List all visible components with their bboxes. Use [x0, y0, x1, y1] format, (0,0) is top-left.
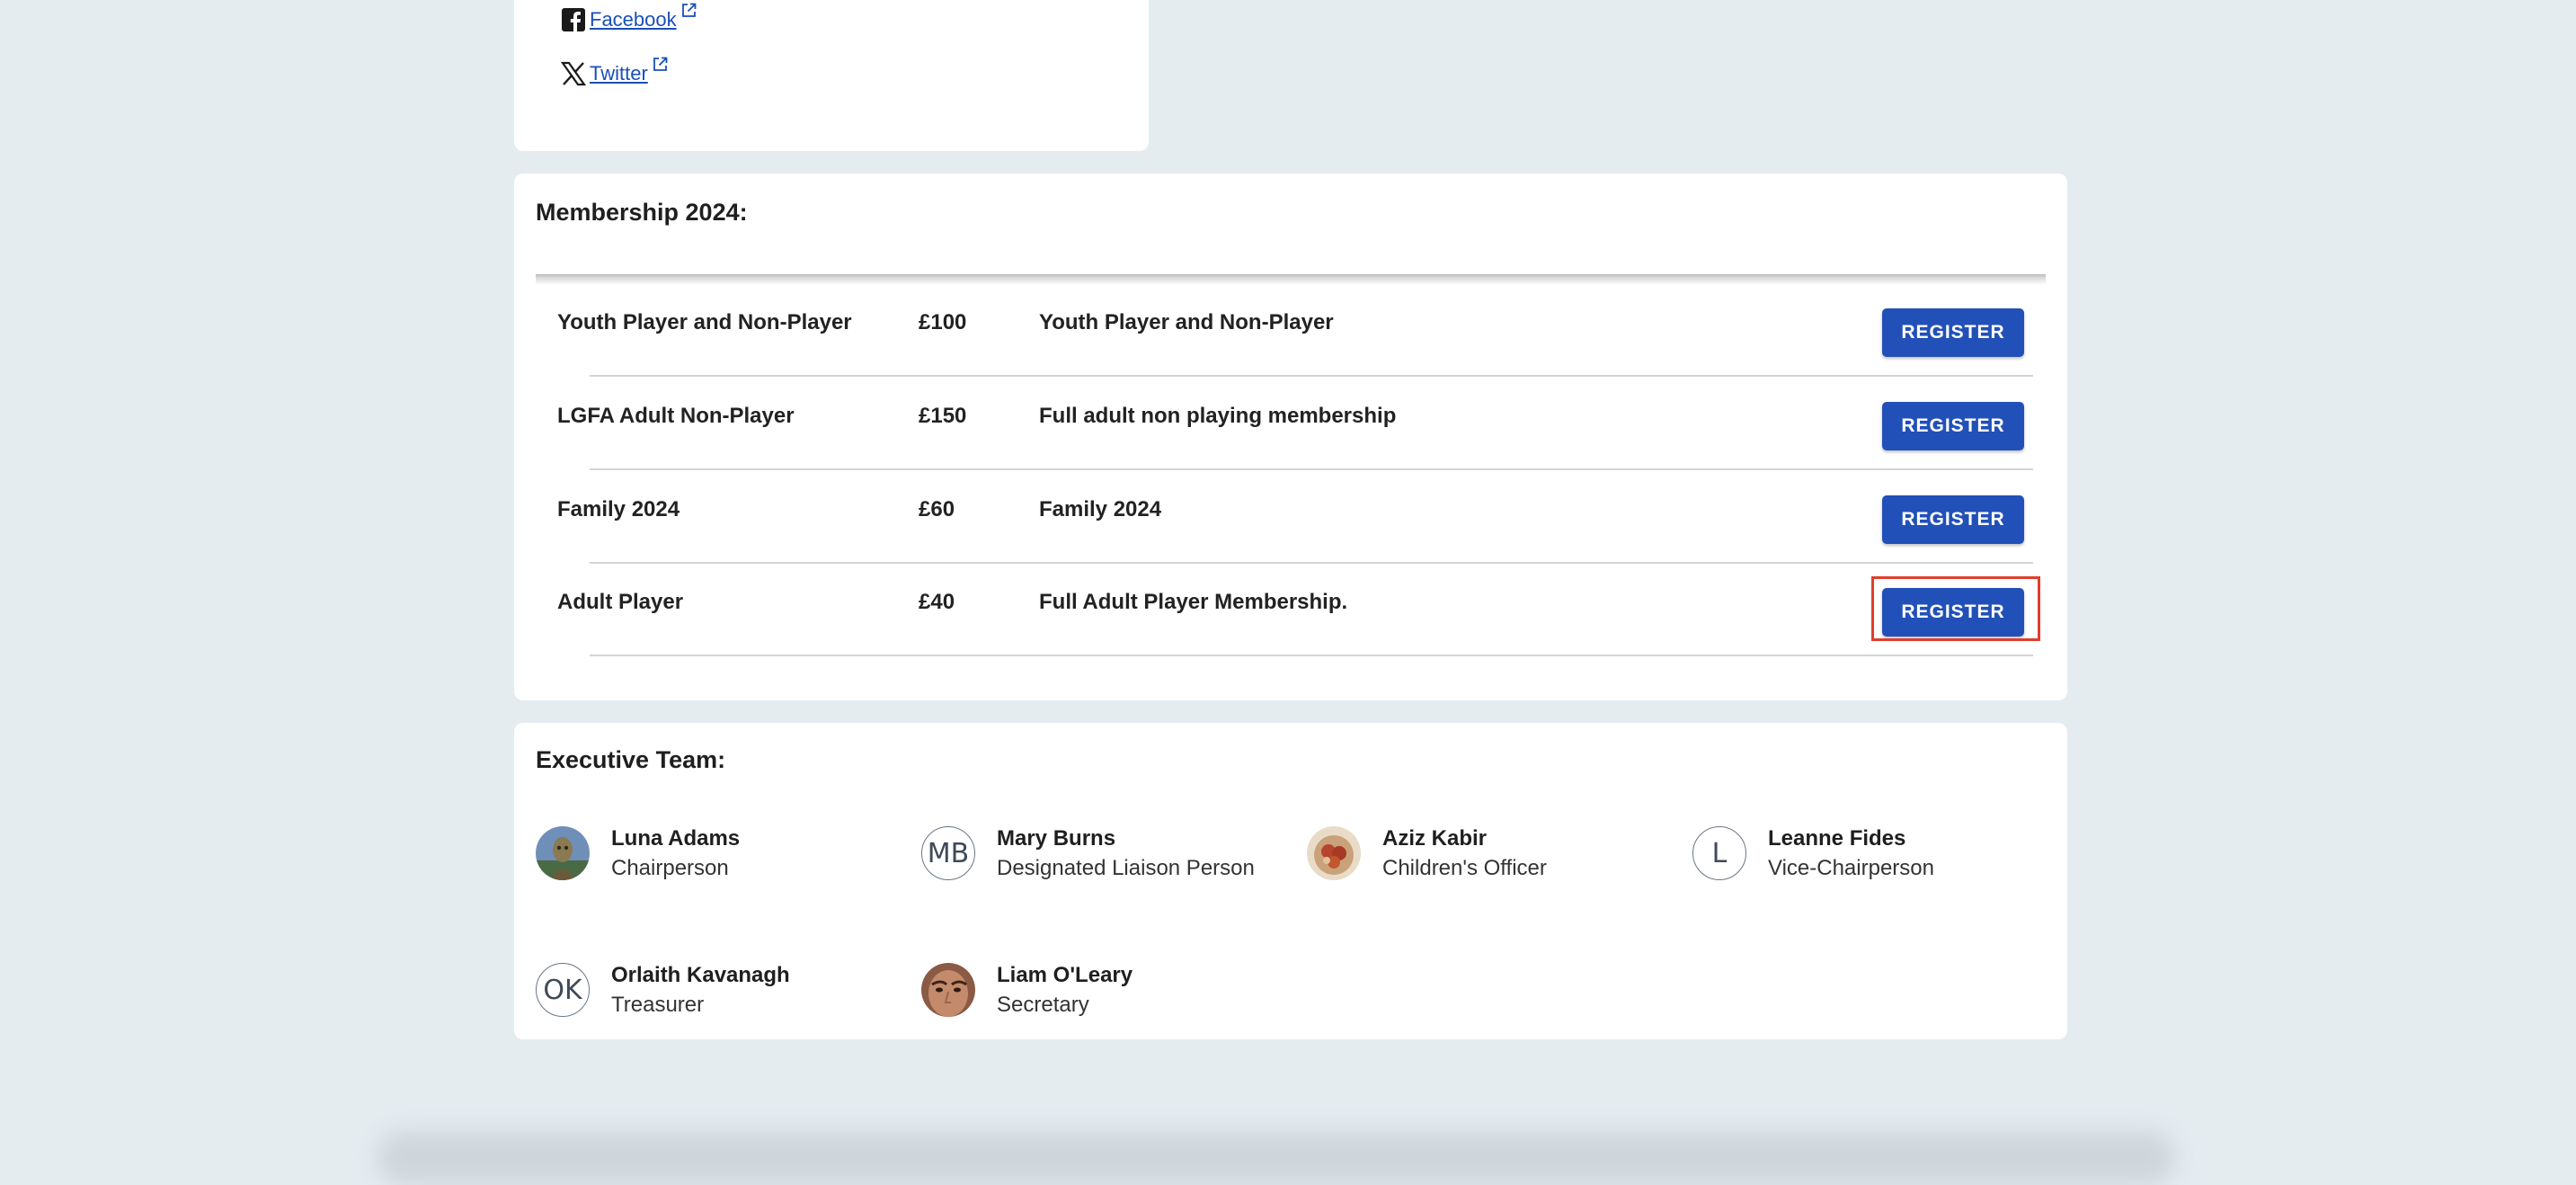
member-name: Leanne Fides [1768, 826, 1906, 851]
facebook-link[interactable]: Facebook [590, 8, 677, 31]
twitter-link-row: Twitter [559, 57, 668, 88]
external-link-icon [681, 3, 697, 22]
membership-description: Youth Player and Non-Player [1039, 310, 1334, 334]
membership-price: £40 [919, 590, 955, 614]
membership-row: Adult Player £40 Full Adult Player Membe… [536, 563, 2046, 656]
executive-team-card: Executive Team: Luna Adams Chairperson M… [514, 723, 2067, 1039]
external-link-icon [653, 57, 668, 76]
facebook-icon [559, 5, 588, 34]
member-name: Mary Burns [997, 826, 1116, 851]
membership-description: Full adult non playing membership [1039, 404, 1397, 428]
row-divider [590, 655, 2033, 656]
member-role: Treasurer [611, 993, 705, 1017]
twitter-link[interactable]: Twitter [590, 62, 648, 85]
executive-title: Executive Team: [536, 746, 726, 773]
team-member: MB Mary Burns Designated Liaison Person [921, 824, 1255, 883]
membership-row: Family 2024 £60 Family 2024 REGISTER [536, 470, 2046, 564]
register-button[interactable]: REGISTER [1882, 495, 2024, 544]
membership-name: Adult Player [557, 590, 684, 614]
avatar [921, 963, 975, 1017]
register-button[interactable]: REGISTER [1882, 308, 2024, 357]
membership-name: Youth Player and Non-Player [557, 310, 852, 334]
membership-row: LGFA Adult Non-Player £150 Full adult no… [536, 377, 2046, 470]
team-member: Aziz Kabir Children's Officer [1307, 824, 1547, 883]
member-name: Luna Adams [611, 826, 741, 851]
social-links-card: Facebook Twitter [514, 0, 1149, 151]
member-role: Designated Liaison Person [997, 856, 1255, 880]
avatar [536, 826, 590, 880]
member-role: Vice-Chairperson [1768, 856, 1934, 880]
membership-description: Family 2024 [1039, 497, 1162, 521]
membership-description: Full Adult Player Membership. [1039, 590, 1348, 614]
register-button[interactable]: REGISTER [1882, 402, 2024, 450]
avatar: OK [536, 963, 590, 1017]
membership-card: Membership 2024: Youth Player and Non-Pl… [514, 174, 2067, 700]
register-button-adult-player[interactable]: REGISTER [1882, 588, 2024, 637]
member-role: Chairperson [611, 856, 729, 880]
avatar: L [1692, 826, 1746, 880]
team-member: Luna Adams Chairperson [536, 824, 740, 883]
member-role: Children's Officer [1382, 856, 1547, 880]
member-name: Liam O'Leary [997, 963, 1133, 987]
avatar [1307, 826, 1361, 880]
member-name: Aziz Kabir [1382, 826, 1488, 851]
member-role: Secretary [997, 993, 1089, 1017]
member-name: Orlaith Kavanagh [611, 963, 790, 987]
membership-price: £60 [919, 497, 955, 521]
x-twitter-icon [559, 59, 588, 88]
avatar: MB [921, 826, 975, 880]
facebook-link-row: Facebook [559, 3, 697, 34]
team-member: OK Orlaith Kavanagh Treasurer [536, 960, 790, 1020]
membership-price: £150 [919, 404, 967, 428]
membership-row: Youth Player and Non-Player £100 Youth P… [536, 283, 2046, 377]
footer-shadow [378, 1131, 2175, 1185]
membership-price: £100 [919, 310, 967, 334]
membership-title: Membership 2024: [536, 199, 748, 226]
team-member: Liam O'Leary Secretary [921, 960, 1133, 1020]
membership-name: LGFA Adult Non-Player [557, 404, 795, 428]
membership-name: Family 2024 [557, 497, 680, 521]
team-member: L Leanne Fides Vice-Chairperson [1692, 824, 1934, 883]
